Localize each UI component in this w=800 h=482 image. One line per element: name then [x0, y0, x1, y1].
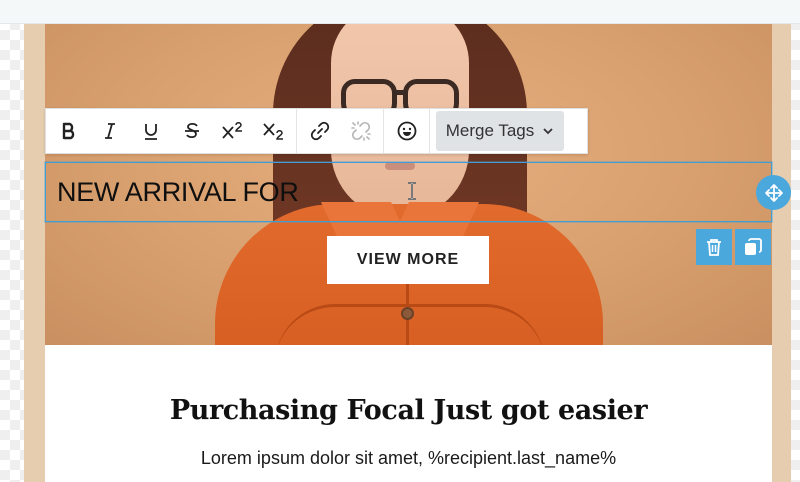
emoji-group: [384, 109, 430, 153]
content-section: Purchasing Focal Just got easier Lorem i…: [45, 345, 772, 482]
merge-tags-label: Merge Tags: [445, 121, 535, 140]
strikethrough-icon: [184, 122, 199, 139]
move-block-handle[interactable]: [756, 175, 791, 210]
duplicate-block-button[interactable]: [735, 229, 771, 265]
merge-tags-dropdown[interactable]: Merge Tags: [436, 111, 564, 151]
italic-button[interactable]: [89, 109, 130, 153]
superscript-button[interactable]: [212, 109, 253, 153]
text-cursor-icon: [408, 182, 416, 200]
format-group: [46, 109, 297, 153]
bold-icon: [62, 122, 74, 140]
subscript-button[interactable]: [253, 109, 294, 153]
superscript-icon: [221, 122, 242, 139]
strikethrough-button[interactable]: [171, 109, 212, 153]
underline-icon: [144, 124, 157, 140]
trash-icon: [707, 239, 721, 256]
italic-icon: [104, 123, 115, 139]
link-icon: [310, 121, 329, 141]
section-body-text[interactable]: Lorem ipsum dolor sit amet, %recipient.l…: [45, 448, 772, 469]
emoji-button[interactable]: [386, 109, 427, 153]
unlink-button[interactable]: [340, 109, 381, 153]
shirt-button: [401, 307, 414, 320]
emoji-icon: [397, 121, 416, 141]
delete-block-button[interactable]: [696, 229, 732, 265]
editing-text[interactable]: NEW ARRIVAL FOR: [57, 177, 299, 208]
duplicate-icon: [745, 238, 762, 255]
bold-button[interactable]: [48, 109, 89, 153]
unlink-icon: [350, 121, 371, 141]
underline-button[interactable]: [130, 109, 171, 153]
subscript-icon: [262, 123, 283, 140]
move-icon: [764, 183, 783, 202]
glasses-bridge: [395, 90, 405, 95]
chevron-down-icon: [543, 128, 553, 135]
link-button[interactable]: [299, 109, 340, 153]
rich-text-toolbar: Merge Tags: [45, 108, 588, 154]
editor-top-bar: [0, 0, 800, 24]
view-more-button[interactable]: VIEW MORE: [327, 236, 489, 284]
link-group: [297, 109, 384, 153]
section-headline[interactable]: Purchasing Focal Just got easier: [45, 395, 772, 426]
